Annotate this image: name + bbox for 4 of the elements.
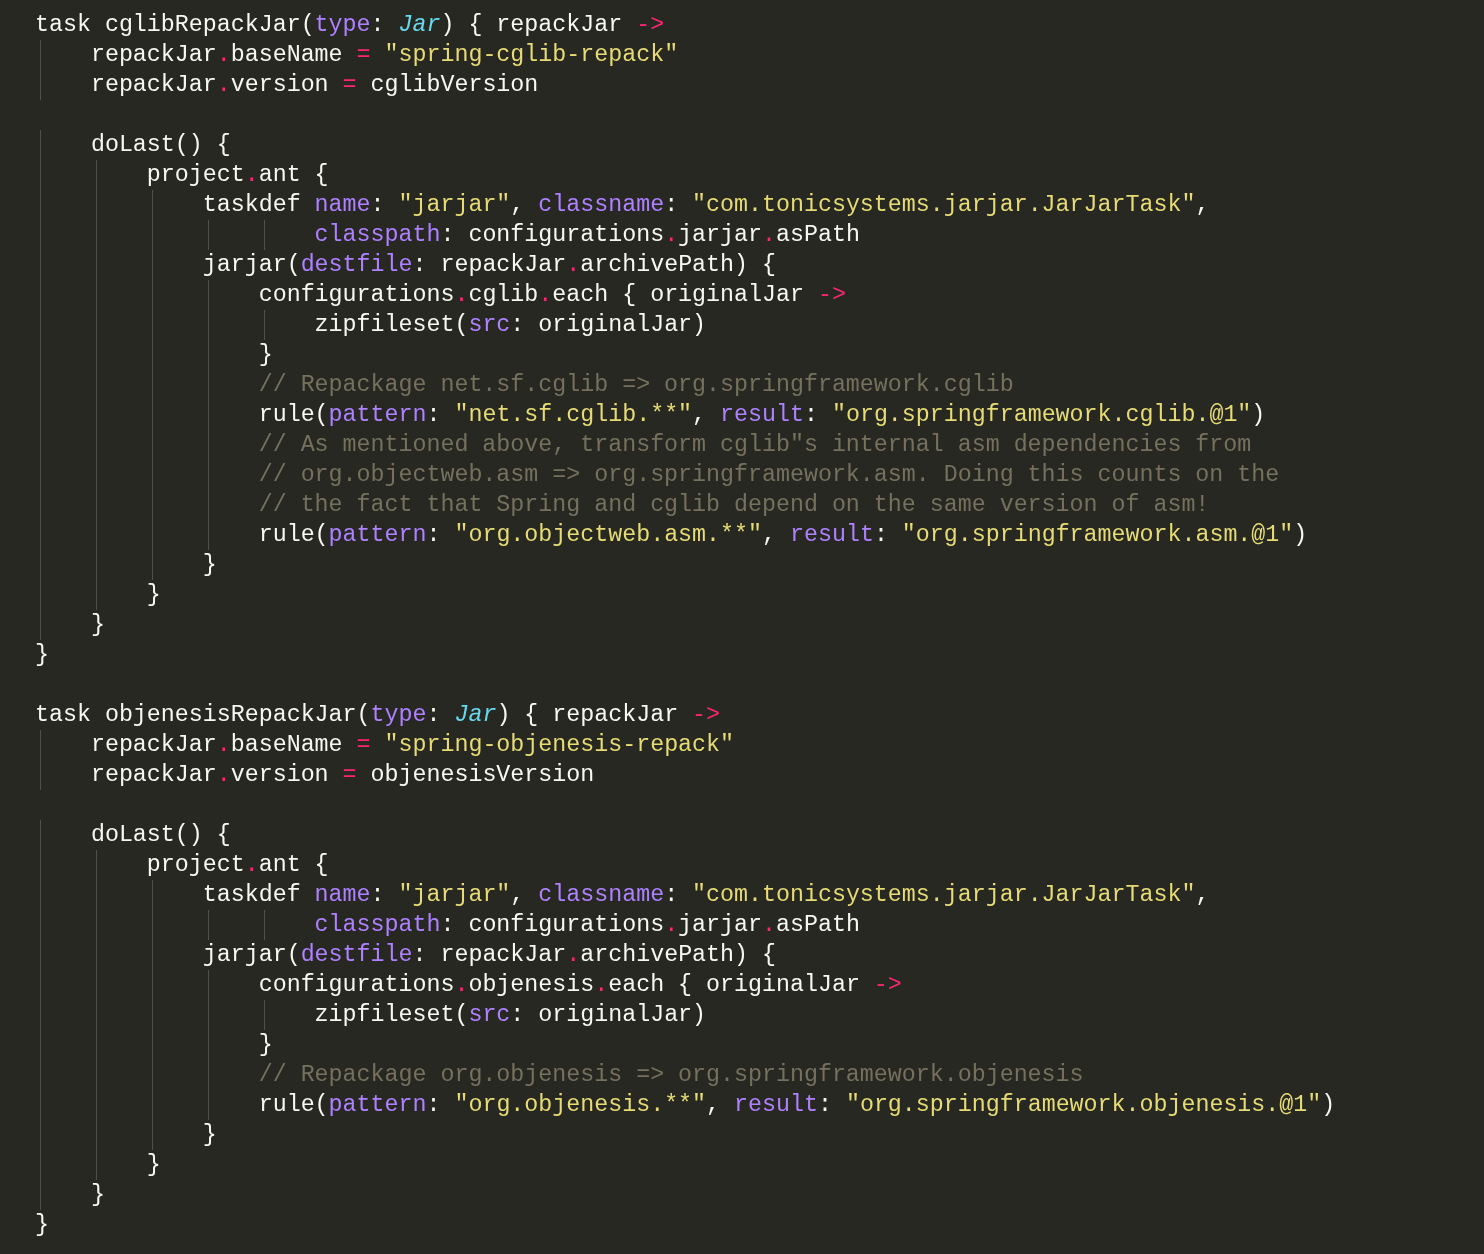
code-line: } bbox=[35, 1211, 49, 1240]
code-line: } bbox=[35, 641, 49, 670]
code-line: task objenesisRepackJar(type: Jar) { repackJar -> bbox=[35, 701, 721, 730]
code-line: task cglibRepackJar(type: Jar) { repackJar -> bbox=[35, 11, 665, 40]
